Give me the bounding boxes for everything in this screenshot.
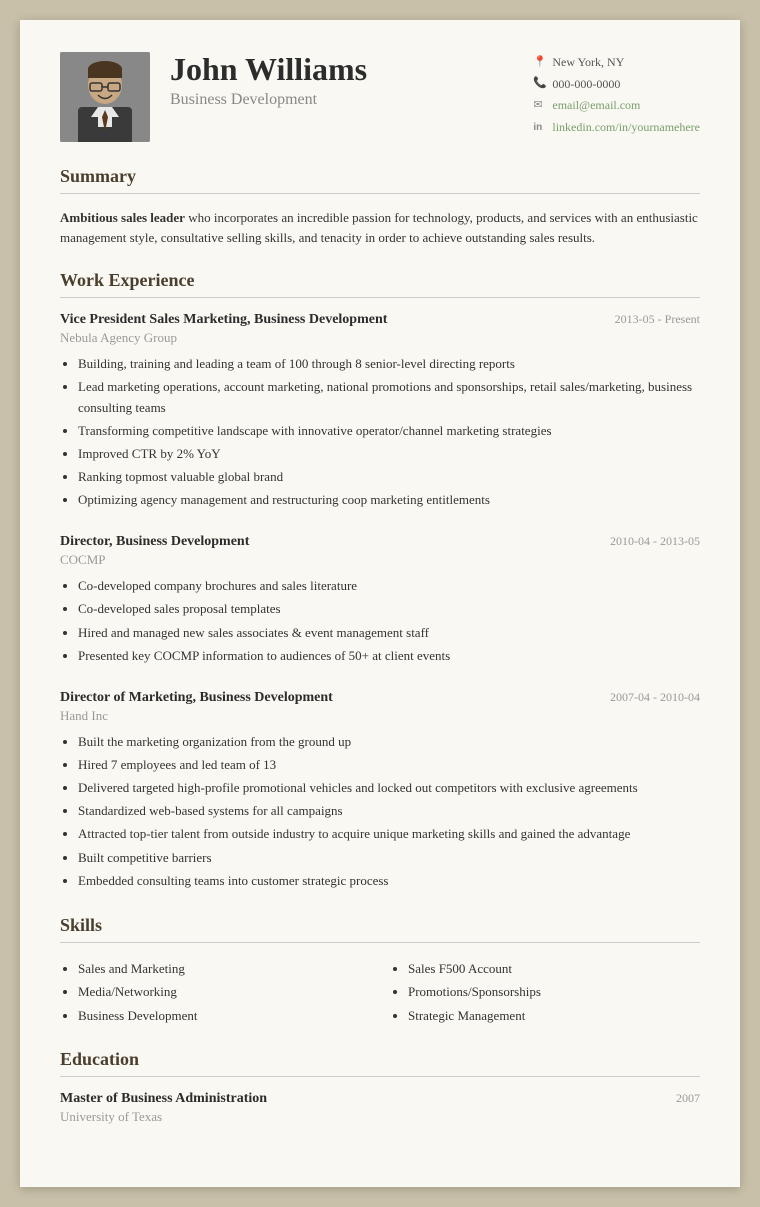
job-1-dates: 2013-05 - Present [615, 312, 700, 327]
bullet-item: Co-developed sales proposal templates [78, 599, 700, 619]
bullet-item: Hired 7 employees and led team of 13 [78, 755, 700, 775]
job-3-company: Hand Inc [60, 708, 700, 724]
job-2-title: Director, Business Development [60, 534, 249, 550]
skills-grid: Sales and Marketing Media/Networking Bus… [60, 957, 700, 1027]
education-title: Education [60, 1049, 700, 1077]
work-experience-section: Work Experience Vice President Sales Mar… [60, 270, 700, 891]
bullet-item: Standardized web-based systems for all c… [78, 801, 700, 821]
skills-left-col: Sales and Marketing Media/Networking Bus… [60, 957, 370, 1027]
bullet-item: Hired and managed new sales associates &… [78, 623, 700, 643]
bullet-item: Presented key COCMP information to audie… [78, 646, 700, 666]
job-1: Vice President Sales Marketing, Business… [60, 312, 700, 510]
job-2-company: COCMP [60, 552, 700, 568]
bullet-item: Co-developed company brochures and sales… [78, 576, 700, 596]
bullet-item: Transforming competitive landscape with … [78, 421, 700, 441]
summary-text: Ambitious sales leader who incorporates … [60, 208, 700, 248]
bullet-item: Lead marketing operations, account marke… [78, 377, 700, 417]
email-icon: ✉ [533, 96, 547, 116]
bullet-item: Building, training and leading a team of… [78, 354, 700, 374]
linkedin-row: in linkedin.com/in/yournamehere [533, 117, 700, 139]
bullet-item: Built competitive barriers [78, 848, 700, 868]
resume-container: John Williams Business Development 📍 New… [20, 20, 740, 1187]
summary-bold: Ambitious sales leader [60, 210, 185, 225]
skill-item: Sales and Marketing [78, 957, 370, 980]
summary-section: Summary Ambitious sales leader who incor… [60, 166, 700, 248]
location-icon: 📍 [533, 53, 547, 73]
header-name-area: John Williams Business Development [170, 52, 513, 109]
skill-item: Sales F500 Account [408, 957, 700, 980]
skill-item: Business Development [78, 1004, 370, 1027]
phone-text: 000-000-0000 [552, 74, 620, 96]
edu-entry-header: Master of Business Administration 2007 [60, 1091, 700, 1107]
email-link[interactable]: email@email.com [552, 95, 640, 117]
edu-degree: Master of Business Administration [60, 1091, 267, 1107]
skill-item: Media/Networking [78, 980, 370, 1003]
skills-section: Skills Sales and Marketing Media/Network… [60, 915, 700, 1027]
bullet-item: Optimizing agency management and restruc… [78, 490, 700, 510]
linkedin-icon: in [533, 119, 547, 137]
bullet-item: Built the marketing organization from th… [78, 732, 700, 752]
education-section: Education Master of Business Administrat… [60, 1049, 700, 1125]
skill-item: Strategic Management [408, 1004, 700, 1027]
job-2-header: Director, Business Development 2010-04 -… [60, 534, 700, 550]
skill-item: Promotions/Sponsorships [408, 980, 700, 1003]
bullet-item: Embedded consulting teams into customer … [78, 871, 700, 891]
summary-title: Summary [60, 166, 700, 194]
edu-school: University of Texas [60, 1109, 700, 1125]
header-section: John Williams Business Development 📍 New… [60, 52, 700, 142]
phone-row: 📞 000-000-0000 [533, 74, 700, 96]
job-2-dates: 2010-04 - 2013-05 [610, 534, 700, 549]
job-1-header: Vice President Sales Marketing, Business… [60, 312, 700, 328]
job-2: Director, Business Development 2010-04 -… [60, 534, 700, 666]
edu-year: 2007 [676, 1091, 700, 1106]
candidate-name: John Williams [170, 52, 513, 87]
bullet-item: Delivered targeted high-profile promotio… [78, 778, 700, 798]
job-3-header: Director of Marketing, Business Developm… [60, 690, 700, 706]
contact-info: 📍 New York, NY 📞 000-000-0000 ✉ email@em… [513, 52, 700, 138]
candidate-title: Business Development [170, 91, 513, 109]
job-3: Director of Marketing, Business Developm… [60, 690, 700, 891]
phone-icon: 📞 [533, 74, 547, 94]
location-text: New York, NY [552, 52, 624, 74]
linkedin-link[interactable]: linkedin.com/in/yournamehere [552, 117, 700, 139]
job-3-title: Director of Marketing, Business Developm… [60, 690, 333, 706]
job-2-bullets: Co-developed company brochures and sales… [60, 576, 700, 666]
job-1-bullets: Building, training and leading a team of… [60, 354, 700, 510]
avatar [60, 52, 150, 142]
job-3-bullets: Built the marketing organization from th… [60, 732, 700, 891]
skills-right-col: Sales F500 Account Promotions/Sponsorshi… [390, 957, 700, 1027]
email-row: ✉ email@email.com [533, 95, 700, 117]
job-1-title: Vice President Sales Marketing, Business… [60, 312, 387, 328]
location-row: 📍 New York, NY [533, 52, 700, 74]
bullet-item: Ranking topmost valuable global brand [78, 467, 700, 487]
skills-title: Skills [60, 915, 700, 943]
bullet-item: Improved CTR by 2% YoY [78, 444, 700, 464]
bullet-item: Attracted top-tier talent from outside i… [78, 824, 700, 844]
work-experience-title: Work Experience [60, 270, 700, 298]
job-1-company: Nebula Agency Group [60, 330, 700, 346]
job-3-dates: 2007-04 - 2010-04 [610, 690, 700, 705]
